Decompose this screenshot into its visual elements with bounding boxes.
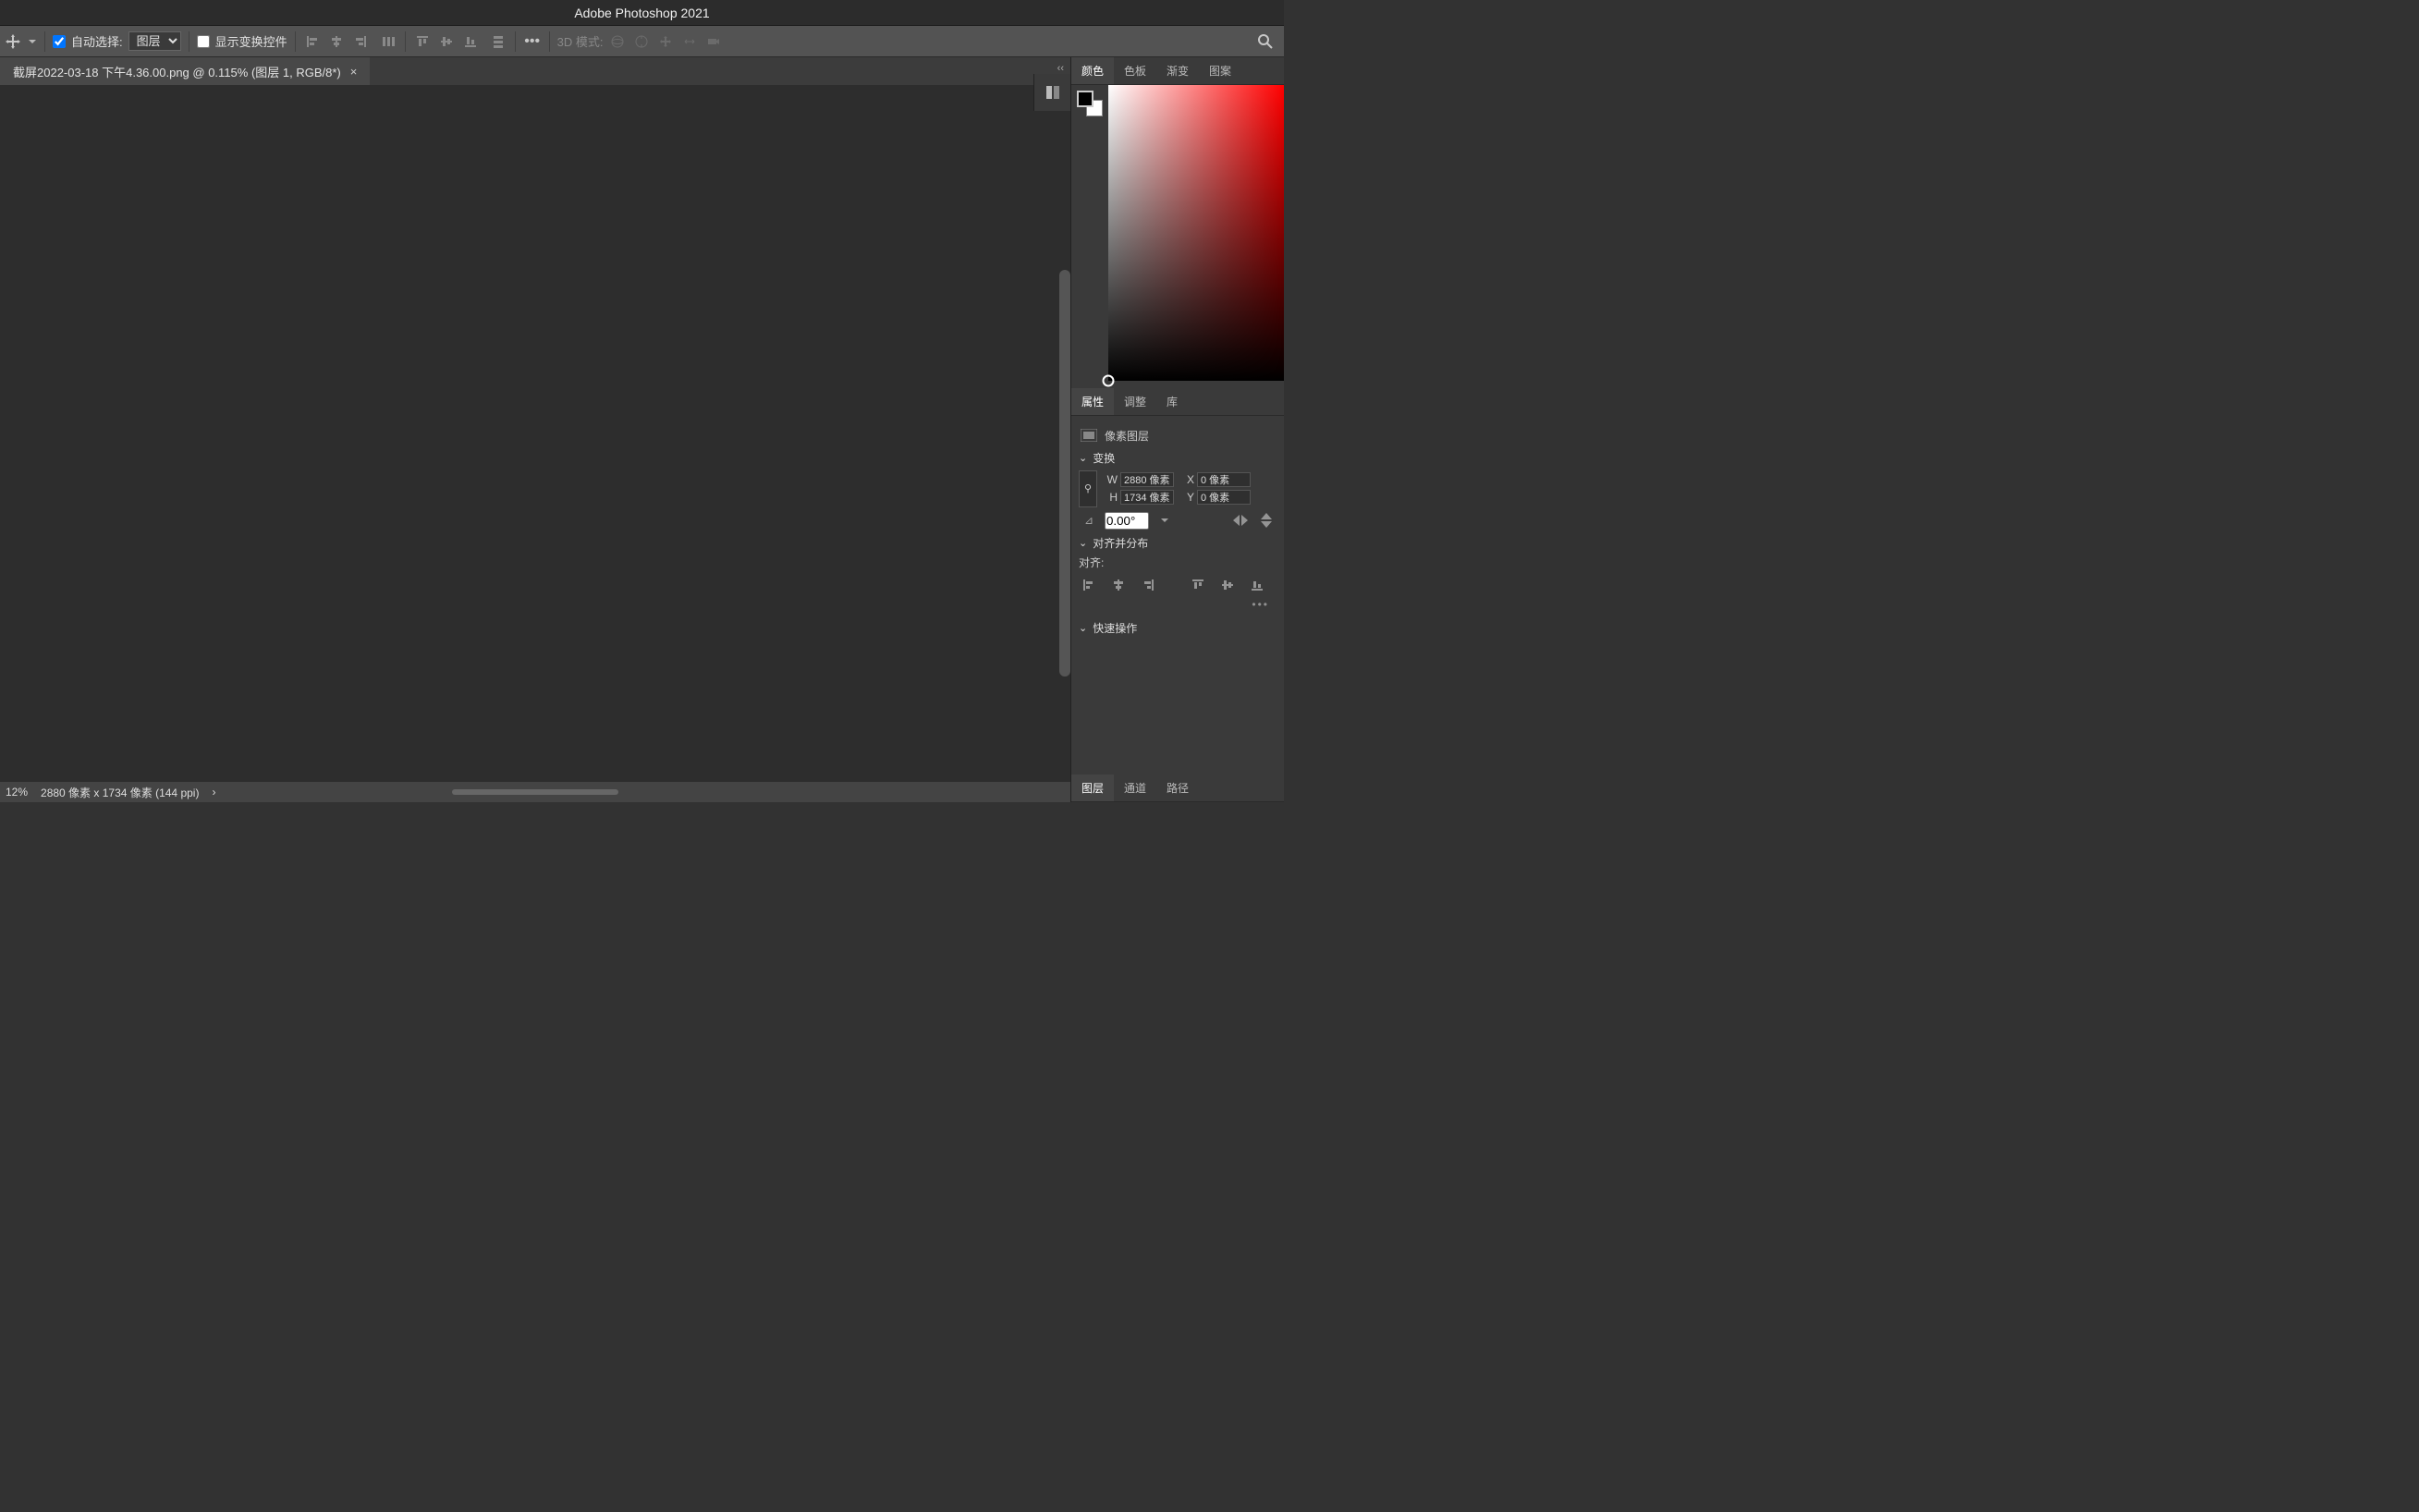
w-label: W [1103, 473, 1118, 486]
color-panel-tabs: 颜色 色板 渐变 图案 [1071, 57, 1284, 85]
y-label: Y [1179, 491, 1194, 504]
prop-align-left-icon[interactable] [1079, 576, 1099, 594]
properties-panel-tabs: 属性 调整 库 [1071, 388, 1284, 416]
height-input[interactable] [1120, 490, 1174, 505]
prop-align-vcenter-icon[interactable] [1217, 576, 1238, 594]
move-tool-icon[interactable] [4, 32, 22, 51]
align-vcenter-icon[interactable] [437, 32, 456, 51]
section-align[interactable]: 对齐并分布 [1079, 535, 1277, 551]
flip-horizontal-icon[interactable] [1230, 511, 1251, 530]
tab-layers[interactable]: 图层 [1071, 774, 1114, 801]
right-panel-dock: 颜色 色板 渐变 图案 属性 调整 库 像素图层 变换 ⚲ W X [1070, 57, 1284, 802]
3d-camera-icon [704, 32, 723, 51]
properties-panel: 像素图层 变换 ⚲ W X H Y ⊿ 对齐并分布 [1071, 416, 1284, 774]
tab-gradients[interactable]: 渐变 [1156, 57, 1199, 84]
show-transform-checkbox[interactable]: 显示变换控件 [197, 32, 287, 50]
angle-chevron-icon[interactable] [1155, 511, 1175, 530]
close-tab-icon[interactable]: × [350, 65, 358, 79]
horizontal-scrollbar[interactable] [452, 789, 618, 795]
fg-color-swatch[interactable] [1077, 91, 1093, 107]
y-input[interactable] [1197, 490, 1251, 505]
section-transform[interactable]: 变换 [1079, 450, 1277, 466]
prop-align-right-icon[interactable] [1138, 576, 1158, 594]
status-bar: 12% 2880 像素 x 1734 像素 (144 ppi) › [0, 782, 1070, 802]
options-bar: 自动选择: 图层 显示变换控件 ••• 3D 模式: [0, 26, 1284, 57]
link-wh-icon[interactable]: ⚲ [1079, 470, 1097, 507]
layer-type-row: 像素图层 [1079, 426, 1277, 445]
show-transform-label: 显示变换控件 [215, 32, 287, 50]
prop-align-bottom-icon[interactable] [1247, 576, 1267, 594]
panel-collapse-icon[interactable]: ‹‹ [1057, 63, 1064, 74]
collapsed-panel-dock[interactable] [1033, 74, 1070, 111]
auto-select-target-select[interactable]: 图层 [128, 31, 181, 51]
align-hcenter-icon[interactable] [327, 32, 346, 51]
align-right-icon[interactable] [351, 32, 370, 51]
x-label: X [1179, 473, 1194, 486]
status-dims[interactable]: 2880 像素 x 1734 像素 (144 ppi) [41, 785, 199, 800]
color-panel [1071, 85, 1284, 381]
3d-pan-icon [656, 32, 675, 51]
tool-preset-chevron-icon[interactable] [28, 32, 37, 51]
distribute-v-icon[interactable] [489, 32, 507, 51]
3d-mode-label: 3D 模式: [557, 32, 604, 50]
align-label: 对齐: [1079, 555, 1277, 570]
width-input[interactable] [1120, 472, 1174, 487]
separator [44, 31, 45, 52]
layers-panel-tabs: 图层 通道 路径 [1071, 774, 1284, 802]
auto-select-input[interactable] [53, 35, 66, 48]
window-titlebar: Adobe Photoshop 2021 [0, 0, 1284, 26]
align-left-icon[interactable] [303, 32, 322, 51]
tab-patterns[interactable]: 图案 [1199, 57, 1241, 84]
align-bottom-icon[interactable] [461, 32, 480, 51]
angle-icon: ⊿ [1079, 511, 1099, 530]
app-title: Adobe Photoshop 2021 [574, 6, 709, 20]
status-arrow-icon[interactable]: › [212, 786, 215, 799]
tab-libraries[interactable]: 库 [1156, 388, 1188, 415]
angle-input[interactable] [1105, 512, 1149, 530]
tab-channels[interactable]: 通道 [1114, 774, 1156, 801]
prop-align-hcenter-icon[interactable] [1108, 576, 1129, 594]
align-buttons-row [1079, 576, 1277, 594]
separator [295, 31, 296, 52]
tab-adjustments[interactable]: 调整 [1114, 388, 1156, 415]
distribute-h-icon[interactable] [379, 32, 397, 51]
align-top-icon[interactable] [413, 32, 432, 51]
x-input[interactable] [1197, 472, 1251, 487]
color-picker-field[interactable] [1108, 85, 1284, 381]
vertical-scrollbar[interactable] [1059, 270, 1070, 677]
3d-roll-icon [632, 32, 651, 51]
separator [405, 31, 406, 52]
show-transform-input[interactable] [197, 35, 210, 48]
3d-orbit-icon [608, 32, 627, 51]
separator [549, 31, 550, 52]
prop-align-top-icon[interactable] [1188, 576, 1208, 594]
auto-select-checkbox[interactable]: 自动选择: [53, 32, 123, 50]
more-options-icon[interactable]: ••• [523, 32, 542, 51]
tab-swatches[interactable]: 色板 [1114, 57, 1156, 84]
document-tab-label: 截屏2022-03-18 下午4.36.00.png @ 0.115% (图层 … [13, 63, 341, 80]
h-label: H [1103, 491, 1118, 504]
tab-properties[interactable]: 属性 [1071, 388, 1114, 415]
auto-select-label: 自动选择: [71, 32, 123, 50]
layer-type-label: 像素图层 [1105, 428, 1149, 444]
3d-slide-icon [680, 32, 699, 51]
separator [515, 31, 516, 52]
pixel-layer-icon [1079, 426, 1099, 445]
search-icon[interactable] [1256, 32, 1275, 51]
section-quick-actions[interactable]: 快速操作 [1079, 620, 1277, 636]
canvas-area[interactable] [0, 85, 1070, 782]
fg-bg-swatch[interactable] [1071, 85, 1108, 381]
flip-vertical-icon[interactable] [1256, 511, 1277, 530]
tab-color[interactable]: 颜色 [1071, 57, 1114, 84]
document-tab[interactable]: 截屏2022-03-18 下午4.36.00.png @ 0.115% (图层 … [0, 57, 370, 85]
status-zoom[interactable]: 12% [6, 786, 28, 799]
tab-paths[interactable]: 路径 [1156, 774, 1199, 801]
more-align-icon[interactable]: ••• [1079, 594, 1277, 615]
